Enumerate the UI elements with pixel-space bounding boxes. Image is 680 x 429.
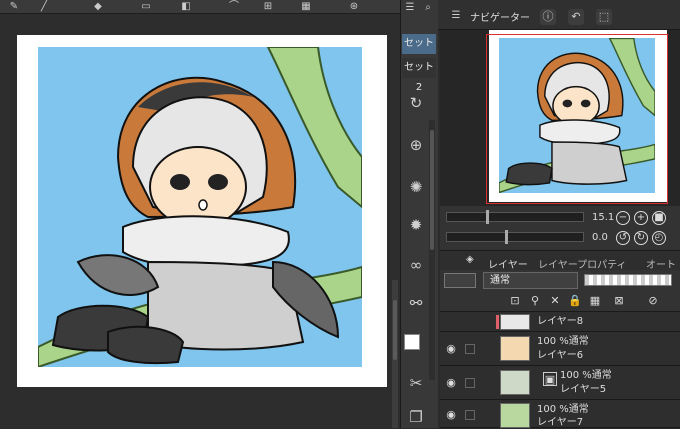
illustration-artwork — [38, 47, 362, 367]
chain-icon[interactable]: ⚯ — [405, 292, 427, 314]
canvas-illustration[interactable] — [38, 47, 362, 367]
rotation-slider-knob[interactable] — [505, 230, 508, 244]
zoom-value: 15.1 — [592, 212, 615, 223]
scissors-icon[interactable]: ✂ — [405, 372, 427, 394]
clip-icon[interactable]: ⊡ — [508, 294, 522, 308]
blend-mode-select[interactable]: 通常 — [483, 272, 578, 289]
draft-icon[interactable]: ✕ — [548, 294, 562, 308]
pattern-icon[interactable]: ⊛ — [348, 1, 360, 12]
panel-menu-icon[interactable]: ☰ — [450, 10, 462, 21]
layer-color-select[interactable] — [444, 273, 476, 288]
tool-column-scroll-thumb[interactable] — [430, 130, 434, 250]
zoom-in-icon[interactable]: ⊕ — [405, 134, 427, 156]
tab-layer-icon[interactable]: ◈ — [466, 254, 474, 265]
rotate-left-icon[interactable]: ↺ — [616, 231, 630, 245]
tab-layer-property[interactable]: レイヤープロパティ — [538, 256, 627, 271]
layer-checkbox[interactable] — [465, 344, 475, 354]
brush-icon[interactable]: ⌒ — [228, 1, 240, 12]
ruler-icon[interactable]: ⊞ — [262, 1, 274, 12]
copy-icon[interactable]: ❐ — [405, 406, 427, 428]
navigator-viewport-frame[interactable] — [486, 34, 668, 204]
redo-icon[interactable]: ↻ — [405, 92, 427, 114]
link-icon[interactable]: ∞ — [405, 254, 427, 276]
fit-icon[interactable]: ■ — [652, 211, 666, 225]
layer-name: レイヤー5 — [560, 384, 607, 395]
lock-icon[interactable]: 🔒 — [568, 294, 582, 308]
layer-info: 100 %通常 — [537, 404, 589, 415]
layer-checkbox[interactable] — [465, 378, 475, 388]
tab-navigator[interactable]: ナビゲーター — [470, 9, 530, 24]
layer-thumbnail — [500, 370, 530, 395]
loading-icon[interactable]: ✹ — [405, 214, 427, 236]
selection-icon[interactable]: ▭ — [140, 1, 152, 12]
mask-icon[interactable]: ⊠ — [612, 294, 626, 308]
line-icon[interactable]: ╱ — [38, 1, 50, 12]
folder-icon: ▣ — [543, 372, 557, 386]
transform-icon[interactable]: ◧ — [180, 1, 192, 12]
fill-icon[interactable]: ◆ — [92, 1, 104, 12]
layer-thumbnail — [500, 314, 530, 330]
canvas-scroll-thumb[interactable] — [393, 300, 397, 360]
zoom-slider-knob[interactable] — [486, 210, 489, 224]
tab-layer[interactable]: レイヤー — [488, 256, 528, 271]
history-icon[interactable]: ↶ — [568, 9, 584, 25]
layer-thumbnail — [500, 403, 530, 428]
rotation-slider[interactable] — [446, 232, 584, 242]
zoom-out-icon[interactable]: − — [616, 211, 630, 225]
layer-color-mark — [496, 315, 499, 329]
layer-info: 100 %通常 — [560, 370, 612, 381]
zoom-in-icon[interactable]: + — [634, 211, 648, 225]
rotation-value: 0.0 — [592, 232, 608, 243]
set-1-button[interactable]: セット1 — [402, 34, 436, 69]
info-icon[interactable]: ⓘ — [540, 9, 556, 25]
reset-rotation-icon[interactable]: ◴ — [652, 231, 666, 245]
lock-transparency-icon[interactable]: ▦ — [588, 294, 602, 308]
layer-info: 100 %通常 — [537, 336, 589, 347]
foreground-color-swatch[interactable] — [404, 334, 420, 350]
top-toolbar: ✎ ╱ ◆ ▭ ◧ ⌒ ⊞ ▦ ⊛ — [0, 0, 400, 14]
mask-toggle-icon[interactable]: ⊘ — [646, 294, 660, 308]
set-2-button[interactable]: セット2 — [402, 58, 436, 93]
layer-name: レイヤー7 — [537, 417, 584, 428]
sub-view-icon[interactable]: ⬚ — [596, 9, 612, 25]
eye-icon[interactable]: ◉ — [444, 343, 458, 354]
opacity-bar[interactable] — [584, 274, 672, 286]
eye-icon[interactable]: ◉ — [444, 377, 458, 388]
layer-name: レイヤー8 — [537, 316, 584, 327]
panel-menu-icon[interactable]: ☰ — [404, 2, 416, 13]
pen-icon[interactable]: ✎ — [8, 1, 20, 12]
rotate-right-icon[interactable]: ↻ — [634, 231, 648, 245]
layer-name: レイヤー6 — [537, 350, 584, 361]
reference-icon[interactable]: ⚲ — [528, 294, 542, 308]
grid-icon[interactable]: ▦ — [300, 1, 312, 12]
layer-thumbnail — [500, 336, 530, 361]
zoom-slider[interactable] — [446, 212, 584, 222]
eye-icon[interactable]: ◉ — [444, 409, 458, 420]
search-icon[interactable]: ⌕ — [422, 2, 434, 13]
layer-checkbox[interactable] — [465, 410, 475, 420]
sparkle-icon[interactable]: ✺ — [405, 176, 427, 198]
